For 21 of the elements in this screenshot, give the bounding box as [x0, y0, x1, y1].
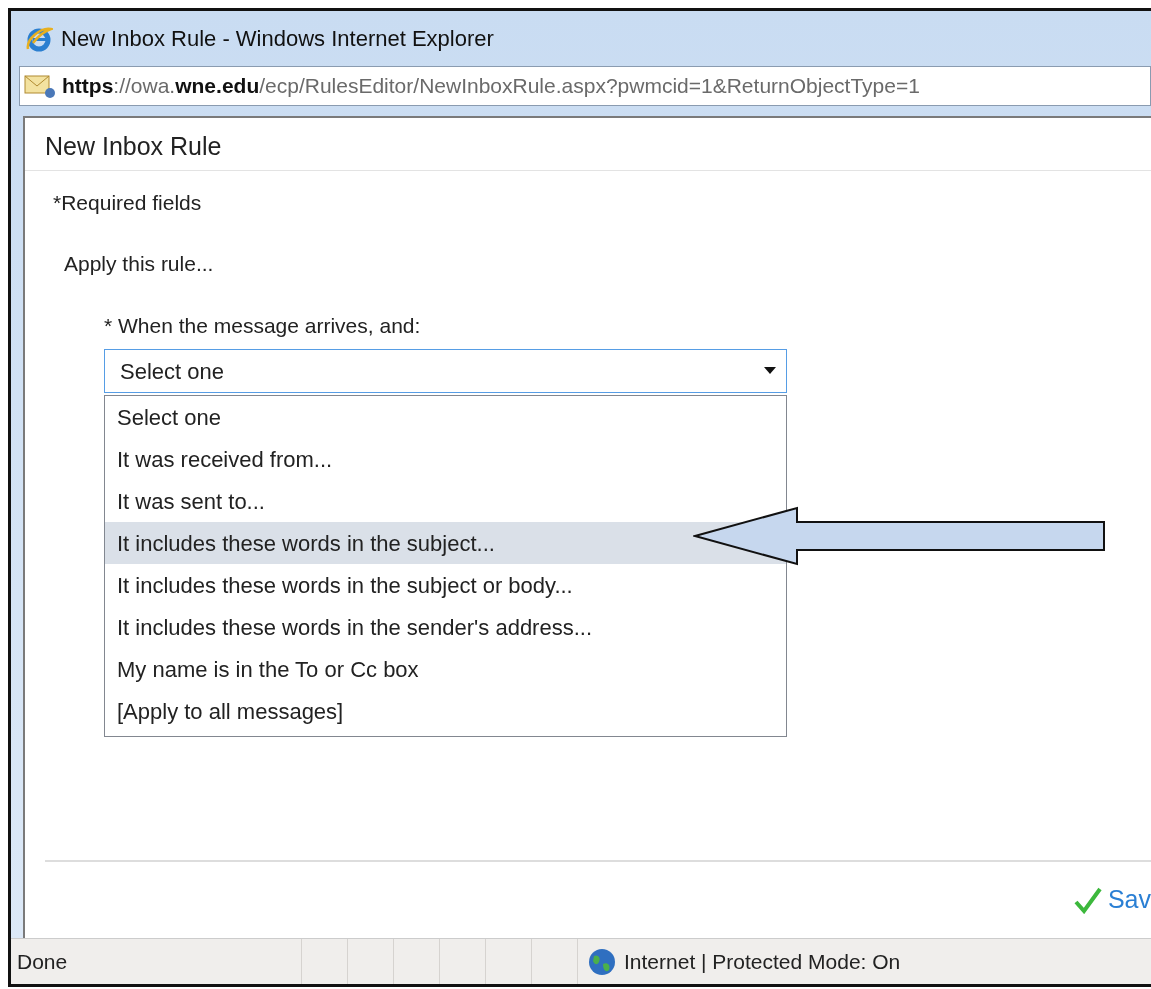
dropdown-option[interactable]: It includes these words in the sender's address...	[117, 610, 592, 644]
dropdown-option[interactable]: It was received from...	[117, 442, 333, 476]
required-note: *Required fields	[53, 190, 202, 214]
security-zone-text[interactable]: Internet | Protected Mode: On	[624, 945, 901, 978]
globe-icon	[588, 947, 616, 976]
dropdown-option[interactable]: My name is in the To or Cc box	[117, 652, 419, 686]
envelope-icon	[24, 73, 56, 99]
save-button[interactable]: Sav	[1073, 881, 1151, 919]
section-label: Apply this rule...	[64, 252, 214, 275]
caret-icon	[764, 367, 776, 375]
field-label: * When the message arrives, and:	[104, 313, 421, 337]
status-text: Done	[17, 948, 68, 975]
dropdown-option[interactable]: Select one	[117, 400, 221, 434]
checkmark-icon	[1073, 886, 1102, 914]
window-title: New Inbox Rule - Windows Internet Explorer	[61, 25, 494, 53]
dropdown-option[interactable]: It was sent to...	[117, 484, 265, 518]
dialog-title: New Inbox Rule	[25, 118, 1151, 171]
dropdown-option[interactable]: [Apply to all messages]	[117, 694, 344, 728]
condition-dropdown[interactable]: Select one	[104, 349, 787, 393]
dropdown-option[interactable]: It includes these words in the subject or body...	[117, 568, 573, 602]
browser-logo-icon	[25, 24, 53, 53]
